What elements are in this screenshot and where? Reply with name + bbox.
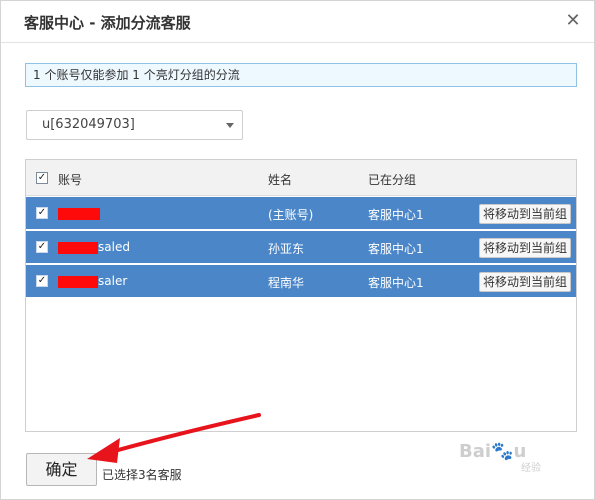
add-agent-dialog: 客服中心 - 添加分流客服 ✕ 1 个账号仅能参加 1 个亮灯分组的分流 u[6… xyxy=(0,0,595,500)
confirm-button[interactable]: 确定 xyxy=(26,453,97,486)
group-cell: 客服中心1 xyxy=(368,242,424,256)
info-notice: 1 个账号仅能参加 1 个亮灯分组的分流 xyxy=(25,63,577,87)
move-to-group-button[interactable]: 将移动到当前组 xyxy=(479,272,571,292)
table-header: ✓ 账号 姓名 已在分组 xyxy=(26,160,576,196)
account-cell: saled xyxy=(58,240,130,254)
dialog-title: 客服中心 - 添加分流客服 xyxy=(24,14,191,32)
redaction-mark xyxy=(58,275,98,288)
selected-count-text: 已选择3名客服 xyxy=(102,468,182,482)
agent-table: ✓ 账号 姓名 已在分组 ✓ (主账号) 客服中心1 将移动到当前组 ✓ sal… xyxy=(25,159,577,432)
row-checkbox[interactable]: ✓ xyxy=(36,275,48,287)
row-checkbox[interactable]: ✓ xyxy=(36,207,48,219)
select-all-checkbox[interactable]: ✓ xyxy=(36,172,48,184)
column-header-account: 账号 xyxy=(58,173,83,187)
table-row[interactable]: ✓ (主账号) 客服中心1 将移动到当前组 xyxy=(26,197,576,229)
row-checkbox[interactable]: ✓ xyxy=(36,241,48,253)
group-cell: 客服中心1 xyxy=(368,276,424,290)
chevron-down-icon[interactable] xyxy=(226,123,234,128)
column-header-name: 姓名 xyxy=(268,173,293,187)
account-cell: saler xyxy=(58,274,127,288)
redaction-mark xyxy=(58,207,100,220)
account-cell xyxy=(58,206,100,220)
account-select-value: u[632049703] xyxy=(42,117,135,132)
account-select[interactable]: u[632049703] xyxy=(26,110,243,140)
dialog-titlebar: 客服中心 - 添加分流客服 ✕ xyxy=(1,1,594,43)
watermark-sub: 经验 xyxy=(521,463,541,474)
move-to-group-button[interactable]: 将移动到当前组 xyxy=(479,204,571,224)
name-cell: 孙亚东 xyxy=(268,242,305,256)
redaction-mark xyxy=(58,241,98,254)
baidu-watermark: Bai🐾u 经验 xyxy=(459,441,541,474)
table-row[interactable]: ✓ saled 孙亚东 客服中心1 将移动到当前组 xyxy=(26,231,576,263)
name-cell: 程南华 xyxy=(268,276,305,290)
close-icon[interactable]: ✕ xyxy=(563,10,583,32)
column-header-group: 已在分组 xyxy=(368,173,417,187)
move-to-group-button[interactable]: 将移动到当前组 xyxy=(479,238,571,258)
table-row[interactable]: ✓ saler 程南华 客服中心1 将移动到当前组 xyxy=(26,265,576,297)
group-cell: 客服中心1 xyxy=(368,208,424,222)
name-cell: (主账号) xyxy=(268,208,314,222)
